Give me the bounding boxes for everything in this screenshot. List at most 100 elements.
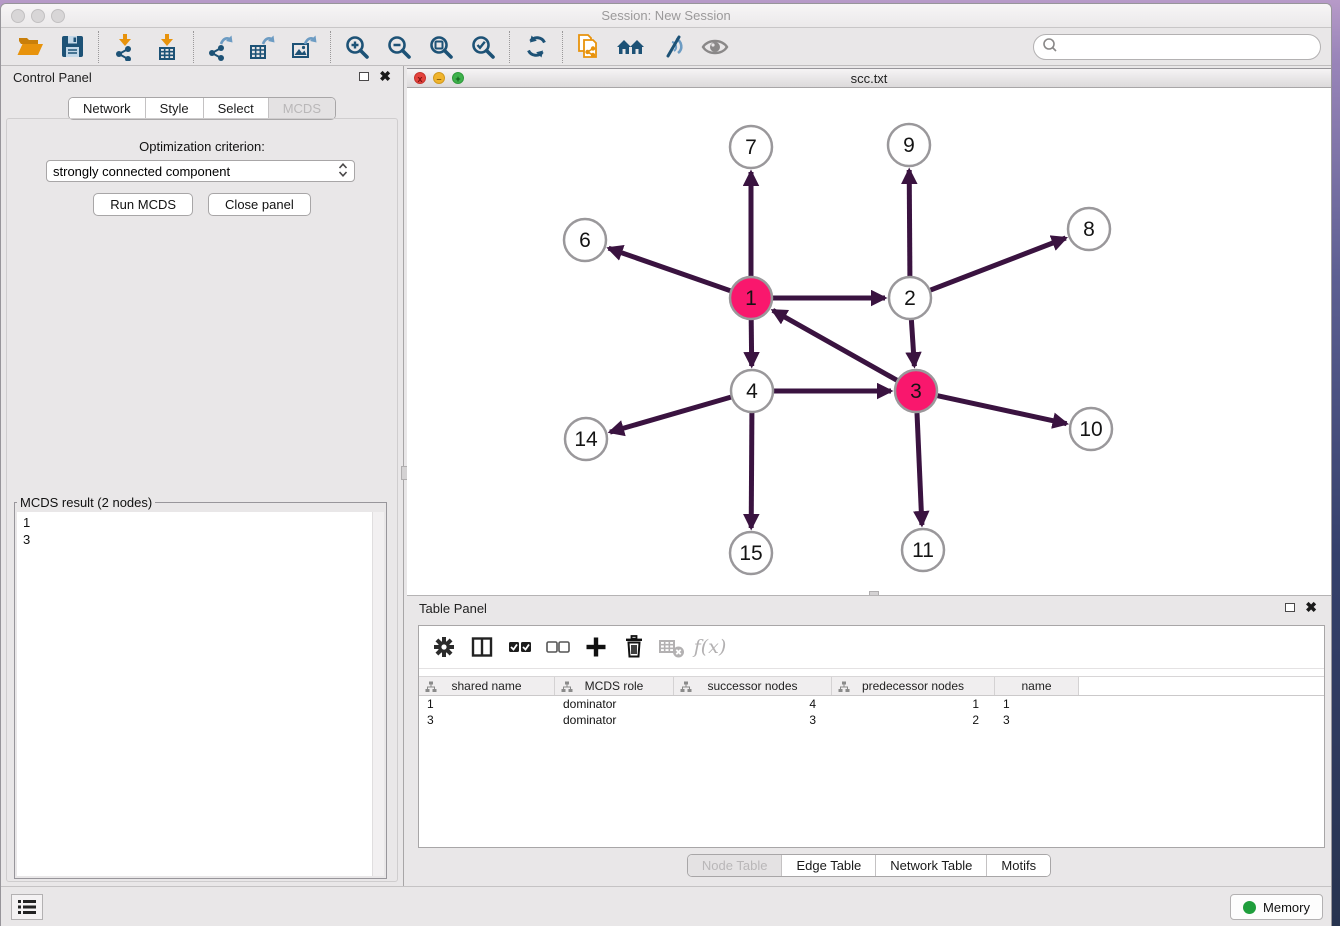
column-header-MCDS-role[interactable]: MCDS role xyxy=(555,677,674,695)
graph-node-10[interactable]: 10 xyxy=(1070,408,1112,450)
result-scrollbar[interactable] xyxy=(372,512,384,876)
graph-node-6[interactable]: 6 xyxy=(564,219,606,261)
edge-2-8[interactable] xyxy=(931,238,1066,290)
network-graph[interactable]: 1 2 3 4 6 7 8 9 10 11 14 15 xyxy=(407,88,1332,591)
function-builder-icon: f(x) xyxy=(693,630,727,664)
memory-button[interactable]: Memory xyxy=(1230,894,1323,920)
graph-node-3[interactable]: 3 xyxy=(895,370,937,412)
search-input[interactable] xyxy=(1064,40,1312,55)
tab-edge-table[interactable]: Edge Table xyxy=(781,855,875,876)
clone-network-icon[interactable] xyxy=(568,30,610,64)
zoom-fit-icon[interactable] xyxy=(420,30,462,64)
mcds-panel: Optimization criterion: strongly connect… xyxy=(6,118,398,882)
columns-icon[interactable] xyxy=(465,630,499,664)
column-header-predecessor-nodes[interactable]: predecessor nodes xyxy=(832,677,995,695)
edge-1-4[interactable] xyxy=(751,320,752,366)
cell-shared-name[interactable]: 1 xyxy=(419,696,555,712)
network-view-titlebar[interactable]: x – + scc.txt xyxy=(407,69,1331,88)
close-panel-icon[interactable]: ✖ xyxy=(379,71,391,81)
close-panel-button[interactable]: Close panel xyxy=(208,193,311,216)
edge-4-15[interactable] xyxy=(751,413,752,528)
graph-node-2[interactable]: 2 xyxy=(889,277,931,319)
search-icon xyxy=(1042,37,1058,58)
column-header-name[interactable]: name xyxy=(995,677,1079,695)
select-all-icon[interactable] xyxy=(503,630,537,664)
tab-select[interactable]: Select xyxy=(203,98,268,119)
column-header-shared-name[interactable]: shared name xyxy=(419,677,555,695)
task-history-button[interactable] xyxy=(11,894,43,920)
import-network-icon[interactable] xyxy=(104,30,146,64)
export-image-icon[interactable] xyxy=(283,30,325,64)
zoom-in-icon[interactable] xyxy=(336,30,378,64)
cell-shared-name[interactable]: 3 xyxy=(419,712,555,728)
cell-name[interactable]: 3 xyxy=(995,712,1079,728)
graph-node-15[interactable]: 15 xyxy=(730,532,772,574)
edge-3-1[interactable] xyxy=(773,310,897,380)
cell-MCDS-role[interactable]: dominator xyxy=(555,696,674,712)
tab-motifs[interactable]: Motifs xyxy=(986,855,1050,876)
search-box[interactable] xyxy=(1033,34,1321,60)
cell-successor-nodes[interactable]: 4 xyxy=(674,696,832,712)
edge-1-6[interactable] xyxy=(609,248,731,291)
export-table-icon[interactable] xyxy=(241,30,283,64)
zoom-selected-icon[interactable] xyxy=(462,30,504,64)
float-panel-icon[interactable] xyxy=(359,72,369,81)
eye-icon[interactable] xyxy=(694,30,736,64)
tab-network[interactable]: Network xyxy=(69,98,145,119)
add-column-icon[interactable] xyxy=(579,630,613,664)
edge-2-9[interactable] xyxy=(909,170,910,276)
control-panel: Control Panel ✖ NetworkStyleSelectMCDS O… xyxy=(1,66,403,886)
import-table-icon[interactable] xyxy=(146,30,188,64)
column-header-successor-nodes[interactable]: successor nodes xyxy=(674,677,832,695)
hide-preview-icon[interactable] xyxy=(652,30,694,64)
network-canvas[interactable]: 1 2 3 4 6 7 8 9 10 11 14 15 xyxy=(407,88,1331,596)
graph-node-9[interactable]: 9 xyxy=(888,124,930,166)
tab-style[interactable]: Style xyxy=(145,98,203,119)
window-title: Session: New Session xyxy=(1,8,1331,23)
refresh-layout-icon[interactable] xyxy=(515,30,557,64)
export-network-icon[interactable] xyxy=(199,30,241,64)
optimization-criterion-dropdown[interactable]: strongly connected component xyxy=(46,160,355,182)
graph-node-14[interactable]: 14 xyxy=(565,418,607,460)
dropdown-value: strongly connected component xyxy=(53,164,338,179)
svg-text:10: 10 xyxy=(1079,418,1102,441)
edge-3-11[interactable] xyxy=(917,413,922,525)
tab-network-table[interactable]: Network Table xyxy=(875,855,986,876)
graph-node-4[interactable]: 4 xyxy=(731,370,773,412)
table-row[interactable]: 3dominator323 xyxy=(419,712,1324,728)
cell-successor-nodes[interactable]: 3 xyxy=(674,712,832,728)
cell-MCDS-role[interactable]: dominator xyxy=(555,712,674,728)
column-type-icon xyxy=(838,681,850,696)
close-table-panel-icon[interactable]: ✖ xyxy=(1305,602,1317,612)
svg-text:7: 7 xyxy=(745,136,757,159)
mcds-result-text[interactable]: 13 xyxy=(17,512,384,876)
toolbar-separator xyxy=(98,31,99,63)
tab-node-table[interactable]: Node Table xyxy=(688,855,782,876)
edge-2-3[interactable] xyxy=(911,320,914,366)
tab-mcds[interactable]: MCDS xyxy=(268,98,335,119)
save-session-icon[interactable] xyxy=(51,30,93,64)
graph-node-1[interactable]: 1 xyxy=(730,277,772,319)
delete-column-icon[interactable] xyxy=(617,630,651,664)
graph-node-11[interactable]: 11 xyxy=(902,529,944,571)
network-view-title: scc.txt xyxy=(407,71,1331,86)
zoom-out-icon[interactable] xyxy=(378,30,420,64)
svg-text:3: 3 xyxy=(910,380,922,403)
run-mcds-button[interactable]: Run MCDS xyxy=(93,193,193,216)
edge-3-10[interactable] xyxy=(938,396,1067,424)
toolbar-separator xyxy=(330,31,331,63)
table-panel: Table Panel ✖ f(x) shared nameMCDS roles… xyxy=(407,595,1331,886)
float-table-panel-icon[interactable] xyxy=(1285,603,1295,612)
edge-4-14[interactable] xyxy=(610,397,731,432)
app-window: Session: New Session Control Panel ✖ Net… xyxy=(0,3,1332,926)
table-row[interactable]: 1dominator411 xyxy=(419,696,1324,712)
open-session-icon[interactable] xyxy=(9,30,51,64)
cell-predecessor-nodes[interactable]: 1 xyxy=(832,696,995,712)
cell-name[interactable]: 1 xyxy=(995,696,1079,712)
cell-predecessor-nodes[interactable]: 2 xyxy=(832,712,995,728)
graph-node-8[interactable]: 8 xyxy=(1068,208,1110,250)
graph-node-7[interactable]: 7 xyxy=(730,126,772,168)
home-icon[interactable] xyxy=(610,30,652,64)
gear-icon[interactable] xyxy=(427,630,461,664)
deselect-all-icon[interactable] xyxy=(541,630,575,664)
